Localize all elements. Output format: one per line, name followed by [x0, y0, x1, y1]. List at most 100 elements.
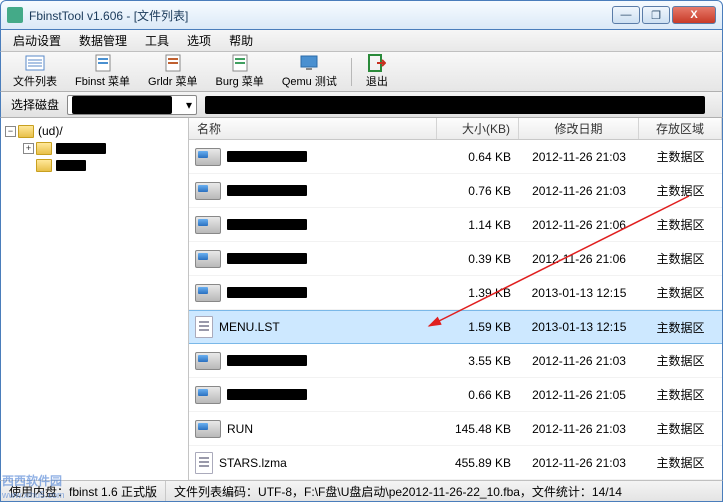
maximize-button[interactable]: ❐: [642, 6, 670, 24]
menu-start[interactable]: 启动设置: [5, 30, 69, 51]
file-date: 2012-11-26 21:06: [519, 252, 639, 266]
tree-redacted-label: [56, 143, 106, 154]
toolbar-separator: [351, 58, 352, 86]
table-row[interactable]: 1.14 KB2012-11-26 21:06主数据区: [189, 208, 722, 242]
redacted-name: [227, 185, 307, 196]
file-store: 主数据区: [639, 216, 722, 233]
toolbar: 文件列表 Fbinst 菜单 Grldr 菜单 Burg 菜单 Qemu 测试 …: [0, 52, 723, 92]
minimize-button[interactable]: —: [612, 6, 640, 24]
table-row[interactable]: 3.55 KB2012-11-26 21:03主数据区: [189, 344, 722, 378]
table-row[interactable]: 1.39 KB2013-01-13 12:15主数据区: [189, 276, 722, 310]
file-store: 主数据区: [639, 182, 722, 199]
file-date: 2012-11-26 21:06: [519, 218, 639, 232]
drive-icon: [195, 420, 221, 438]
document-icon: [195, 452, 213, 474]
table-row[interactable]: 0.76 KB2012-11-26 21:03主数据区: [189, 174, 722, 208]
tool-burg[interactable]: Burg 菜单: [210, 52, 270, 91]
folder-tree[interactable]: − (ud)/ +: [1, 118, 189, 480]
disk-label: 选择磁盘: [11, 96, 59, 113]
file-size: 145.48 KB: [437, 422, 519, 436]
file-store: 主数据区: [639, 319, 722, 336]
tool-burg-label: Burg 菜单: [216, 73, 264, 89]
file-store: 主数据区: [639, 250, 722, 267]
tree-collapse-icon[interactable]: −: [5, 126, 16, 137]
column-store[interactable]: 存放区域: [639, 118, 722, 139]
window-title: FbinstTool v1.606 - [文件列表]: [29, 7, 612, 24]
tool-qemu[interactable]: Qemu 测试: [276, 52, 343, 91]
app-icon: [7, 7, 23, 23]
folder-icon: [36, 142, 52, 155]
drive-icon: [195, 284, 221, 302]
redacted-name: [227, 151, 307, 162]
tool-qemu-label: Qemu 测试: [282, 73, 337, 89]
file-size: 455.89 KB: [437, 456, 519, 470]
file-date: 2012-11-26 21:03: [519, 150, 639, 164]
menu-data[interactable]: 数据管理: [71, 30, 135, 51]
column-size[interactable]: 大小(KB): [437, 118, 519, 139]
tool-fbinst[interactable]: Fbinst 菜单: [69, 52, 136, 91]
tool-filelist-label: 文件列表: [13, 73, 57, 89]
file-store: 主数据区: [639, 386, 722, 403]
list-icon: [25, 54, 45, 72]
tree-expand-icon[interactable]: +: [23, 143, 34, 154]
tool-grldr[interactable]: Grldr 菜单: [142, 52, 204, 91]
statusbar: 使用内盘：fbinst 1.6 正式版 文件列表编码：UTF-8，F:\F盘\U…: [0, 480, 723, 502]
file-size: 0.66 KB: [437, 388, 519, 402]
window-controls: — ❐ X: [612, 6, 716, 24]
menu-options[interactable]: 选项: [179, 30, 219, 51]
table-row[interactable]: MENU.LST1.59 KB2013-01-13 12:15主数据区: [189, 310, 722, 344]
menu-help[interactable]: 帮助: [221, 30, 261, 51]
file-size: 0.76 KB: [437, 184, 519, 198]
redacted-name: [227, 355, 307, 366]
file-list: 名称 大小(KB) 修改日期 存放区域 0.64 KB2012-11-26 21…: [189, 118, 722, 480]
folder-icon: [18, 125, 34, 138]
drive-icon: [195, 182, 221, 200]
redacted-name: [227, 389, 307, 400]
table-row[interactable]: 0.64 KB2012-11-26 21:03主数据区: [189, 140, 722, 174]
file-date: 2012-11-26 21:03: [519, 456, 639, 470]
document-icon: [163, 54, 183, 72]
file-name: STARS.lzma: [219, 456, 287, 470]
chevron-down-icon: ▾: [186, 98, 192, 112]
drive-icon: [195, 216, 221, 234]
file-store: 主数据区: [639, 420, 722, 437]
tool-fbinst-label: Fbinst 菜单: [75, 73, 130, 89]
file-size: 3.55 KB: [437, 354, 519, 368]
file-date: 2012-11-26 21:05: [519, 388, 639, 402]
table-row[interactable]: 0.66 KB2012-11-26 21:05主数据区: [189, 378, 722, 412]
file-size: 1.59 KB: [437, 320, 519, 334]
tool-exit[interactable]: 退出: [360, 52, 394, 91]
disk-redacted-value: [72, 96, 172, 114]
exit-icon: [367, 54, 387, 72]
file-date: 2012-11-26 21:03: [519, 354, 639, 368]
monitor-icon: [299, 54, 319, 72]
content-area: − (ud)/ + 名称 大小(KB) 修改日期 存放区域 0.64 KB201…: [0, 118, 723, 480]
disk-select[interactable]: ▾: [67, 95, 197, 115]
column-name[interactable]: 名称: [189, 118, 437, 139]
table-row[interactable]: RUN145.48 KB2012-11-26 21:03主数据区: [189, 412, 722, 446]
titlebar: FbinstTool v1.606 - [文件列表] — ❐ X: [0, 0, 723, 30]
tree-root[interactable]: − (ud)/: [3, 122, 186, 140]
table-row[interactable]: 0.39 KB2012-11-26 21:06主数据区: [189, 242, 722, 276]
redacted-name: [227, 253, 307, 264]
table-row[interactable]: STARS.lzma 455.89 KB2012-11-26 21:03主数据区: [189, 446, 722, 480]
column-date[interactable]: 修改日期: [519, 118, 639, 139]
file-date: 2013-01-13 12:15: [519, 320, 639, 334]
close-button[interactable]: X: [672, 6, 716, 24]
drive-icon: [195, 352, 221, 370]
menu-tools[interactable]: 工具: [137, 30, 177, 51]
tool-grldr-label: Grldr 菜单: [148, 73, 198, 89]
list-body[interactable]: 0.64 KB2012-11-26 21:03主数据区0.76 KB2012-1…: [189, 140, 722, 480]
drive-icon: [195, 148, 221, 166]
file-store: 主数据区: [639, 352, 722, 369]
file-store: 主数据区: [639, 284, 722, 301]
file-store: 主数据区: [639, 454, 722, 471]
document-icon: [195, 316, 213, 338]
redacted-name: [227, 219, 307, 230]
tool-filelist[interactable]: 文件列表: [7, 52, 63, 91]
disk-redacted-extra: [205, 96, 705, 114]
tree-child-1[interactable]: +: [21, 140, 186, 157]
document-icon: [230, 54, 250, 72]
tree-child-2[interactable]: [21, 157, 186, 174]
drive-icon: [195, 386, 221, 404]
